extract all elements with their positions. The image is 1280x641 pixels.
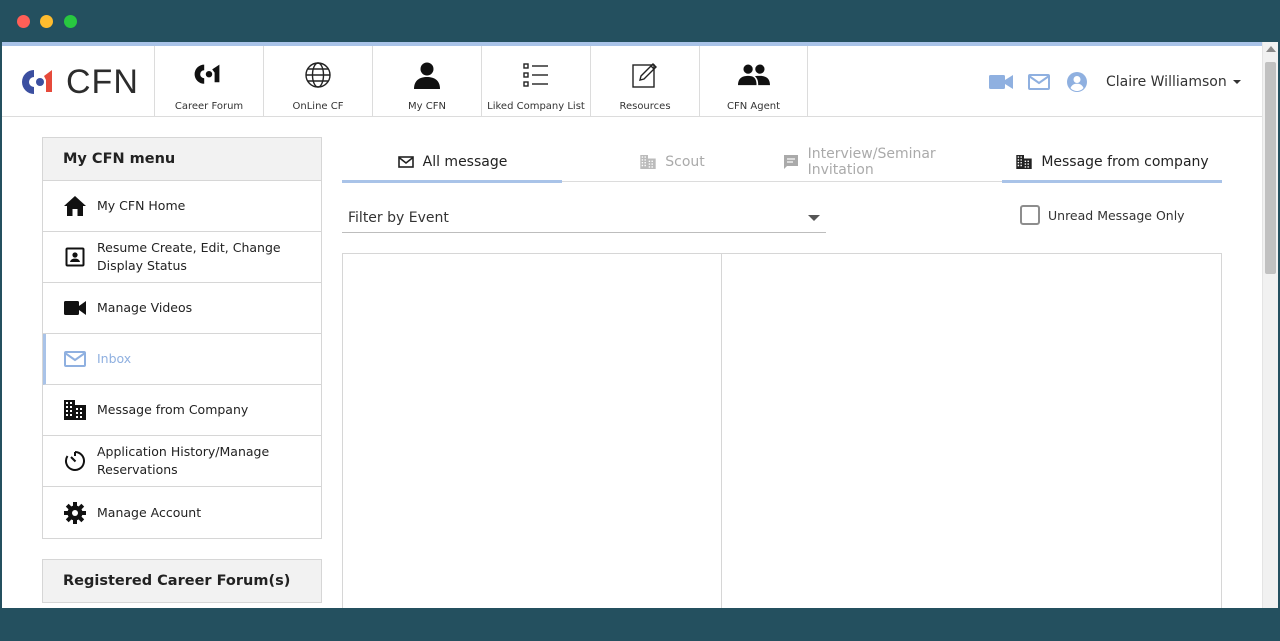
- tab-scout[interactable]: Scout: [562, 141, 782, 182]
- sidebar-item-manage-account[interactable]: Manage Account: [43, 487, 321, 538]
- chat-icon: [782, 153, 800, 171]
- window-bottom-bar: [0, 608, 1280, 641]
- message-detail-pane[interactable]: [721, 253, 1222, 608]
- message-tabs: All message Scout Interview/Seminar Invi…: [342, 141, 1222, 183]
- video-camera-icon: [63, 296, 87, 320]
- scrollbar-thumb[interactable]: [1265, 62, 1276, 274]
- brand-name: CFN: [66, 63, 139, 101]
- cfn-logo[interactable]: CFN: [18, 64, 139, 100]
- message-list-pane[interactable]: [342, 253, 722, 608]
- caret-down-icon: [1232, 80, 1241, 84]
- tab-label: Interview/Seminar Invitation: [807, 145, 936, 178]
- sidebar-item-label: My CFN Home: [97, 198, 186, 213]
- sidebar-item-label: Message from Company: [97, 402, 249, 417]
- my-cfn-menu: My CFN menu My CFN Home Resume Create, E…: [42, 137, 322, 539]
- account-circle-icon[interactable]: [1064, 69, 1090, 95]
- cfn-logo-icon: [18, 66, 62, 98]
- sidebar-item-label: Manage Videos: [97, 300, 193, 315]
- event-filter-select[interactable]: Filter by Event: [342, 204, 826, 233]
- nav-online-cf[interactable]: OnLine CF: [263, 46, 372, 117]
- sidebar-item-manage-videos[interactable]: Manage Videos: [43, 283, 321, 334]
- list-icon: [520, 59, 552, 91]
- sidebar-item-my-cfn-home[interactable]: My CFN Home: [43, 181, 321, 232]
- site-header: CFN Career Forum OnLine CF My CFN Liked …: [2, 46, 1262, 117]
- timer-icon: [63, 449, 87, 473]
- main-nav: Career Forum OnLine CF My CFN Liked Comp…: [154, 46, 808, 117]
- sidebar-item-inbox[interactable]: Inbox: [43, 334, 321, 385]
- nav-cfn-agent[interactable]: CFN Agent: [699, 46, 808, 117]
- building-icon: [63, 398, 87, 422]
- tab-all-message[interactable]: All message: [342, 141, 562, 183]
- nav-label: Career Forum: [174, 101, 244, 112]
- browser-viewport: CFN Career Forum OnLine CF My CFN Liked …: [2, 42, 1278, 608]
- nav-liked-company-list[interactable]: Liked Company List: [481, 46, 590, 117]
- user-menu[interactable]: Claire Williamson: [1106, 74, 1241, 90]
- tab-label: Message from company: [1041, 153, 1209, 170]
- unread-only-checkbox[interactable]: [1020, 205, 1040, 225]
- video-camera-icon[interactable]: [988, 69, 1014, 95]
- close-window-button[interactable]: [17, 15, 30, 28]
- sidebar-item-application-history[interactable]: Application History/Manage Reservations: [43, 436, 321, 487]
- tab-interview-seminar-invitation[interactable]: Interview/Seminar Invitation: [782, 141, 1002, 182]
- header-actions: Claire Williamson: [988, 68, 1241, 96]
- menu-title: My CFN menu: [43, 138, 321, 181]
- globe-icon: [302, 59, 334, 91]
- sidebar-item-resume[interactable]: Resume Create, Edit, Change Display Stat…: [43, 232, 321, 283]
- page-scrollbar[interactable]: [1262, 42, 1278, 608]
- building-icon: [639, 153, 657, 171]
- contact-card-icon: [63, 245, 87, 269]
- mail-icon: [397, 153, 415, 171]
- nav-label: CFN Agent: [727, 101, 780, 112]
- sidebar-item-message-from-company[interactable]: Message from Company: [43, 385, 321, 436]
- sidebar: My CFN menu My CFN Home Resume Create, E…: [42, 137, 322, 603]
- tab-label: Scout: [665, 153, 705, 170]
- person-icon: [411, 59, 443, 91]
- edit-icon: [629, 59, 661, 91]
- unread-only-label: Unread Message Only: [1048, 207, 1185, 223]
- unread-only-toggle[interactable]: Unread Message Only: [1020, 205, 1185, 225]
- sidebar-item-label: Inbox: [97, 351, 132, 366]
- tab-message-from-company[interactable]: Message from company: [1002, 141, 1222, 183]
- user-name: Claire Williamson: [1106, 74, 1227, 90]
- nav-resources[interactable]: Resources: [590, 46, 699, 117]
- cf-logo-icon: [193, 59, 225, 91]
- registered-career-forums-title[interactable]: Registered Career Forum(s): [42, 559, 322, 603]
- sidebar-item-label: Resume Create, Edit, Change Display Stat…: [97, 240, 281, 273]
- nav-career-forum[interactable]: Career Forum: [154, 46, 263, 117]
- mail-icon[interactable]: [1026, 69, 1052, 95]
- tab-label: All message: [422, 153, 508, 170]
- gear-icon: [63, 501, 87, 525]
- mail-icon: [63, 347, 87, 371]
- caret-down-icon: [808, 215, 820, 221]
- nav-label: Resources: [619, 101, 671, 112]
- nav-label: OnLine CF: [292, 101, 344, 112]
- nav-label: My CFN: [408, 101, 446, 112]
- sidebar-item-label: Manage Account: [97, 504, 202, 520]
- maximize-window-button[interactable]: [64, 15, 77, 28]
- minimize-window-button[interactable]: [40, 15, 53, 28]
- building-icon: [1015, 153, 1033, 171]
- home-icon: [63, 194, 87, 218]
- sidebar-item-label: Application History/Manage Reservations: [97, 444, 270, 477]
- group-icon: [737, 59, 770, 91]
- nav-label: Liked Company List: [487, 101, 585, 112]
- nav-my-cfn[interactable]: My CFN: [372, 46, 481, 117]
- filter-label: Filter by Event: [348, 210, 449, 226]
- window-titlebar: [0, 0, 1280, 42]
- scroll-up-arrow-icon[interactable]: [1266, 46, 1276, 52]
